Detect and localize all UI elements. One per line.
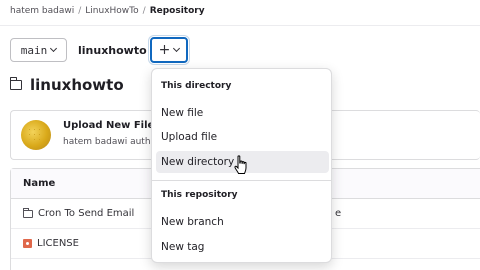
path-repo-link[interactable]: linuxhowto [78, 44, 147, 57]
folder-open-icon [9, 77, 22, 90]
branch-selector-button[interactable]: main [10, 38, 67, 62]
menu-item-new-file[interactable]: New file [156, 102, 329, 124]
repo-title-text: linuxhowto [30, 76, 124, 94]
license-icon [23, 239, 32, 248]
dropdown-divider [152, 180, 331, 181]
add-to-tree-button[interactable]: + [150, 37, 188, 63]
dropdown-group-title: This repository [161, 190, 238, 200]
plus-icon: + [158, 42, 171, 58]
path-breadcrumb: linuxhowto / [78, 38, 156, 62]
hand-pointer-cursor-icon [234, 155, 247, 174]
file-name[interactable]: LICENSE [37, 238, 79, 249]
page-title: linuxhowto [9, 76, 124, 94]
breadcrumb: hatem badawi / LinuxHowTo / Repository [10, 0, 205, 22]
menu-item-new-branch[interactable]: New branch [156, 211, 329, 233]
breadcrumb-separator: / [142, 6, 146, 16]
breadcrumb-separator: / [78, 6, 82, 16]
chevron-down-icon [50, 44, 58, 53]
breadcrumb-item-repository[interactable]: Repository [150, 6, 205, 16]
folder-icon [22, 207, 33, 218]
file-name[interactable]: Cron To Send Email [38, 208, 134, 219]
menu-item-new-tag[interactable]: New tag [156, 236, 329, 258]
breadcrumb-item-project[interactable]: LinuxHowTo [85, 6, 138, 16]
commit-message-cell: e [335, 208, 342, 219]
branch-name: main [20, 43, 48, 57]
avatar[interactable] [21, 120, 51, 150]
header-divider [0, 25, 480, 26]
dropdown-group-title: This directory [161, 81, 232, 91]
breadcrumb-item-user[interactable]: hatem badawi [10, 6, 74, 16]
menu-item-upload-file[interactable]: Upload file [156, 126, 329, 148]
column-header-name: Name [23, 178, 56, 189]
chevron-down-icon [173, 44, 181, 53]
commit-title-link[interactable]: Upload New File [63, 120, 154, 131]
